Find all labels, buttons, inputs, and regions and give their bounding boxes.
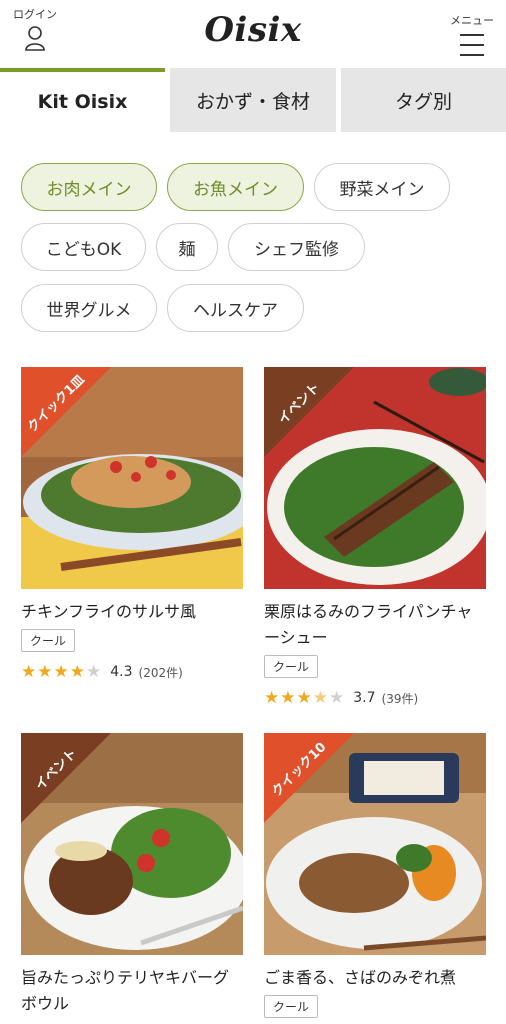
- star-icon: ★: [280, 688, 296, 708]
- star-icon: ★: [86, 662, 102, 682]
- chip-meat-main[interactable]: お肉メイン: [21, 163, 157, 211]
- star-icon: ★: [264, 688, 280, 708]
- recipe-image[interactable]: クイック10: [264, 733, 486, 955]
- recipe-card[interactable]: イベント 旨みたっぷりテリヤキバーグボウル: [21, 733, 243, 1017]
- recipe-image[interactable]: クイック1皿: [21, 367, 243, 589]
- star-rating: ★★★★★: [264, 688, 345, 708]
- star-icon: ★: [37, 662, 53, 682]
- recipe-title[interactable]: 栗原はるみのフライパンチャーシュー: [264, 599, 486, 651]
- chip-vegetable-main[interactable]: 野菜メイン: [314, 163, 450, 211]
- cool-tag: クール: [264, 995, 319, 1018]
- menu-label: メニュー: [450, 14, 494, 27]
- star-icon: ★: [69, 662, 85, 682]
- star-icon: ★: [296, 688, 312, 708]
- chip-fish-main[interactable]: お魚メイン: [167, 163, 304, 211]
- chip-healthcare[interactable]: ヘルスケア: [167, 284, 304, 332]
- oisix-logo[interactable]: Oisix: [0, 10, 506, 50]
- recipe-image[interactable]: イベント: [264, 367, 486, 589]
- chip-noodles[interactable]: 麺: [156, 223, 218, 271]
- ribbon-badge: イベント: [264, 367, 354, 457]
- recipe-title[interactable]: 旨みたっぷりテリヤキバーグボウル: [21, 965, 243, 1017]
- recipe-image[interactable]: イベント: [21, 733, 243, 955]
- rating-count: (39件): [381, 691, 419, 706]
- chip-world-gourmet[interactable]: 世界グルメ: [21, 284, 157, 332]
- rating: ★★★★★ 4.3 (202件): [21, 662, 243, 682]
- chip-kids-ok[interactable]: こどもOK: [21, 223, 146, 271]
- star-rating: ★★★★★: [21, 662, 102, 682]
- chip-chef-supervised[interactable]: シェフ監修: [228, 223, 365, 271]
- app-header: ログイン Oisix メニュー: [0, 0, 506, 68]
- recipe-card[interactable]: クイック10 ごま香る、さばのみぞれ煮 クール: [264, 733, 486, 1018]
- cool-tag: クール: [21, 629, 76, 652]
- half-star-icon: ★: [312, 688, 328, 708]
- star-icon: ★: [53, 662, 69, 682]
- rating-score: 4.3: [110, 664, 133, 680]
- rating-score: 3.7: [353, 690, 376, 706]
- recipe-title[interactable]: ごま香る、さばのみぞれ煮: [264, 965, 486, 991]
- category-tabs: Kit Oisix おかず・食材 タグ別: [0, 68, 506, 132]
- star-icon: ★: [21, 662, 37, 682]
- recipe-card[interactable]: イベント 栗原はるみのフライパンチャーシュー クール ★★★★★ 3.7 (39…: [264, 367, 486, 708]
- cool-tag: クール: [264, 655, 319, 678]
- tab-tag[interactable]: タグ別: [341, 68, 506, 132]
- recipe-card[interactable]: クイック1皿 チキンフライのサルサ風 クール ★★★★★ 4.3 (202件): [21, 367, 243, 682]
- ribbon-badge: イベント: [21, 733, 111, 823]
- rating-count: (202件): [138, 665, 183, 680]
- ribbon-badge: クイック10: [264, 733, 354, 823]
- rating: ★★★★★ 3.7 (39件): [264, 688, 486, 708]
- recipe-title[interactable]: チキンフライのサルサ風: [21, 599, 243, 625]
- ribbon-badge: クイック1皿: [21, 367, 111, 457]
- star-icon: ★: [329, 688, 345, 708]
- menu-button[interactable]: メニュー: [446, 12, 498, 64]
- hamburger-icon: [460, 34, 484, 56]
- tab-kit-oisix[interactable]: Kit Oisix: [0, 68, 165, 132]
- tab-okazu-shokuzai[interactable]: おかず・食材: [170, 68, 336, 132]
